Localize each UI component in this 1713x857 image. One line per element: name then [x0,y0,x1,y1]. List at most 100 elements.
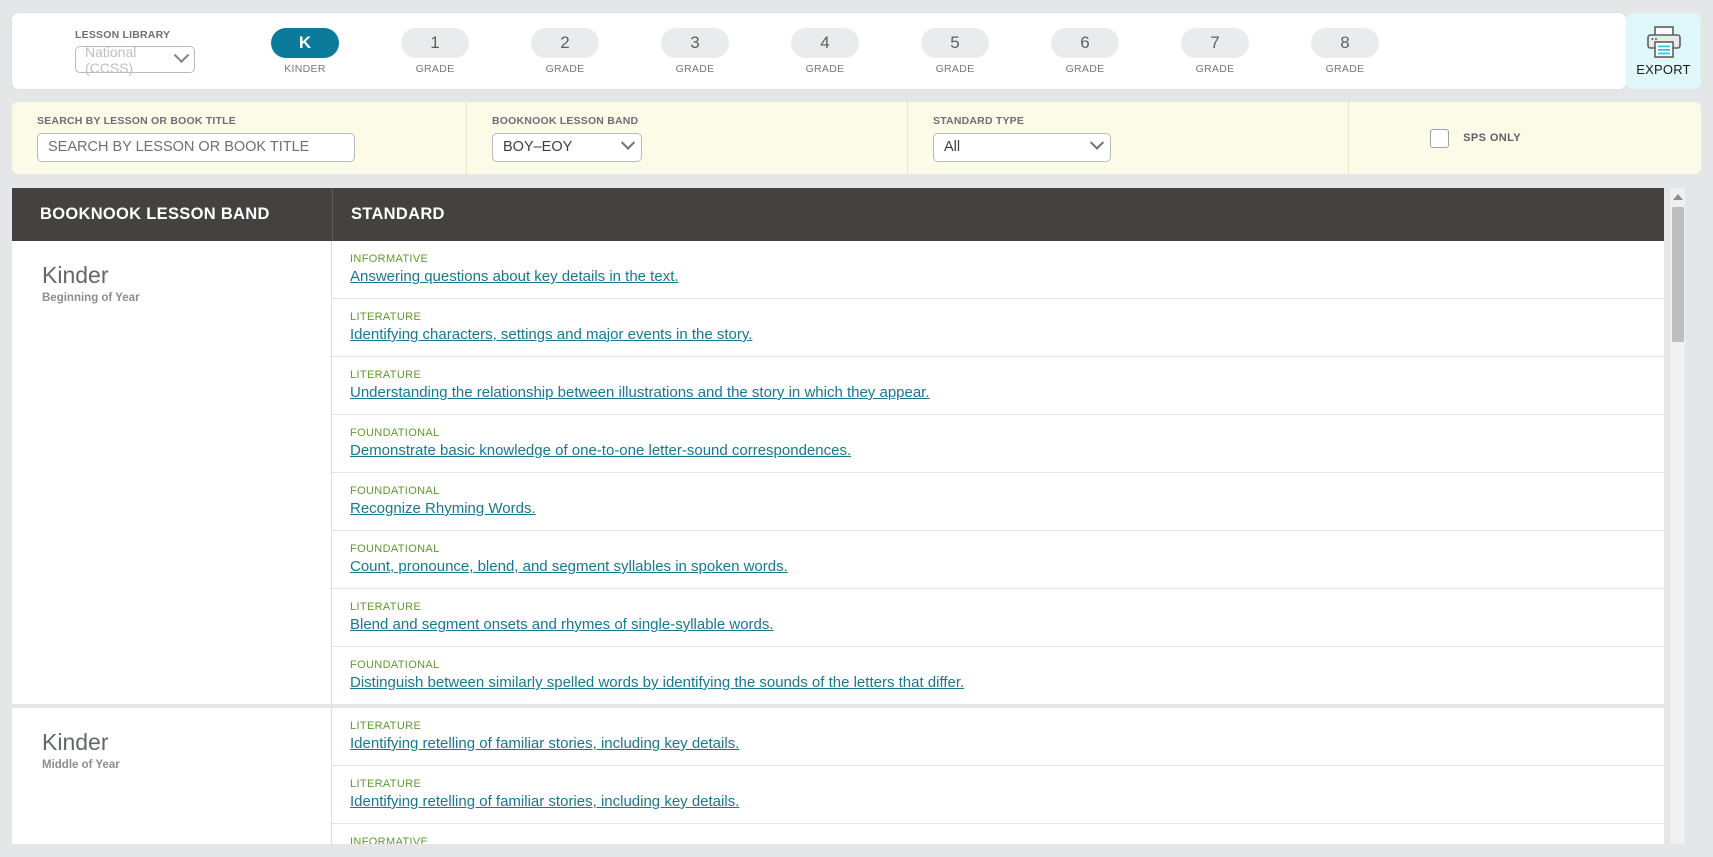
band-cell: Kinder Beginning of Year [12,241,332,704]
table-row[interactable]: INFORMATIVE [332,824,1664,844]
standard-link[interactable]: Recognize Rhyming Words. [350,500,536,517]
standard-type-badge: INFORMATIVE [350,253,429,265]
chevron-up-icon [1672,193,1683,200]
filter-bar: SEARCH BY LESSON OR BOOK TITLE BOOKNOOK … [12,102,1701,174]
standard-type-badge: FOUNDATIONAL [350,427,440,439]
sps-only-checkbox[interactable] [1430,128,1450,148]
standard-link[interactable]: Distinguish between similarly spelled wo… [350,674,964,691]
table-row[interactable]: LITERATURE Identifying characters, settin… [332,299,1664,357]
standard-link[interactable]: Demonstrate basic knowledge of one-to-on… [350,442,851,459]
table-row[interactable]: FOUNDATIONAL Count, pronounce, blend, and… [332,531,1664,589]
standard-type-badge: LITERATURE [350,369,422,381]
standard-type-badge: INFORMATIVE [350,836,429,844]
grade-sublabel: GRADE [415,62,455,75]
chevron-down-icon [1089,135,1105,150]
standard-type-badge: LITERATURE [350,601,422,613]
lesson-band-filter-cell: BOOKNOOK LESSON BAND BOY–EOY [467,102,908,174]
table-header-row: BOOKNOOK LESSON BAND STANDARD [12,188,1664,241]
column-header-standard: STANDARD [332,188,1664,241]
table-body: Kinder Beginning of Year INFORMATIVE Answer… [12,241,1664,844]
scrollbar-thumb[interactable] [1672,207,1684,342]
grade-tab-3[interactable]: 3 GRADE [661,27,729,75]
top-bar: LESSON LIBRARY National (CCSS) K KINDER 1 G… [12,13,1626,89]
grade-pill: 3 [661,27,729,58]
grade-sublabel: GRADE [1195,62,1235,75]
band-sublabel: Middle of Year [42,759,120,772]
standard-type-filter-cell: STANDARD TYPE All [908,102,1349,174]
grade-pill: K [271,27,339,58]
standard-link[interactable]: Understanding the relationship between i… [350,384,930,401]
standards-table: BOOKNOOK LESSON BAND STANDARD Kinder Begi… [12,188,1701,844]
printer-icon [1646,26,1681,58]
grade-tab-k[interactable]: K KINDER [271,27,339,75]
lesson-library-label: LESSON LIBRARY [75,29,171,41]
table-row[interactable]: LITERATURE Identifying retelling of famil… [332,766,1664,824]
standard-type-value: All [944,139,961,155]
search-filter-cell: SEARCH BY LESSON OR BOOK TITLE [12,102,467,174]
grade-tab-8[interactable]: 8 GRADE [1311,27,1379,75]
standard-type-badge: LITERATURE [350,311,422,323]
grade-tab-7[interactable]: 7 GRADE [1181,27,1249,75]
standard-type-badge: LITERATURE [350,720,422,732]
band-group: Kinder Beginning of Year INFORMATIVE Answer… [12,241,1664,708]
grade-sublabel: GRADE [805,62,845,75]
grade-pill: 5 [921,27,989,58]
lesson-band-label: BOOKNOOK LESSON BAND [492,114,639,127]
vertical-scrollbar[interactable] [1669,188,1685,844]
band-sublabel: Beginning of Year [42,292,140,305]
table-row[interactable]: FOUNDATIONAL Demonstrate basic knowledge … [332,415,1664,473]
standard-list: INFORMATIVE Answering questions about key… [332,241,1664,704]
standard-type-select[interactable]: All [933,132,1111,162]
grade-pill: 6 [1051,27,1119,58]
standard-type-badge: LITERATURE [350,778,422,790]
grade-sublabel: GRADE [545,62,585,75]
grade-sublabel: KINDER [284,62,326,75]
grade-selector: K KINDER 1 GRADE 2 GRADE 3 GRADE 4 GRADE 5 GRADE 6 GR… [271,27,1379,75]
standard-link[interactable]: Identifying characters, settings and maj… [350,326,752,343]
grade-tab-4[interactable]: 4 GRADE [791,27,859,75]
chevron-down-icon [620,135,636,150]
band-group: Kinder Middle of Year LITERATURE Identifyin… [12,708,1664,844]
export-button[interactable]: EXPORT [1626,13,1701,89]
sps-only-label: SPS ONLY [1463,132,1521,144]
search-input[interactable] [37,132,355,162]
grade-tab-1[interactable]: 1 GRADE [401,27,469,75]
grade-tab-2[interactable]: 2 GRADE [531,27,599,75]
standards-table-main: BOOKNOOK LESSON BAND STANDARD Kinder Begi… [12,188,1664,844]
standard-link[interactable]: Identifying retelling of familiar storie… [350,735,739,752]
grade-sublabel: GRADE [1065,62,1105,75]
grade-tab-6[interactable]: 6 GRADE [1051,27,1119,75]
grade-pill: 8 [1311,27,1379,58]
lesson-library-select[interactable]: National (CCSS) [75,43,195,76]
band-cell: Kinder Middle of Year [12,708,332,844]
grade-sublabel: GRADE [1325,62,1365,75]
scroll-up-arrow-button[interactable] [1670,188,1685,205]
standard-link[interactable]: Answering questions about key details in… [350,268,679,285]
grade-sublabel: GRADE [935,62,975,75]
lesson-library-value: National (CCSS) [85,43,137,76]
table-row[interactable]: LITERATURE Blend and segment onsets and r… [332,589,1664,647]
chevron-down-icon [173,47,190,64]
grade-pill: 7 [1181,27,1249,58]
lesson-band-select[interactable]: BOY–EOY [492,132,642,162]
export-label: EXPORT [1636,62,1691,77]
grade-pill: 4 [791,27,859,58]
lesson-library-group: LESSON LIBRARY National (CCSS) [75,29,215,76]
grade-pill: 1 [401,27,469,58]
table-row[interactable]: FOUNDATIONAL Recognize Rhyming Words. [332,473,1664,531]
grade-pill: 2 [531,27,599,58]
table-row[interactable]: LITERATURE Identifying retelling of famil… [332,708,1664,766]
table-row[interactable]: FOUNDATIONAL Distinguish between similarl… [332,647,1664,704]
standard-type-badge: FOUNDATIONAL [350,543,440,555]
grade-sublabel: GRADE [675,62,715,75]
band-name: Kinder [42,262,109,288]
table-row[interactable]: LITERATURE Understanding the relationship… [332,357,1664,415]
standard-link[interactable]: Blend and segment onsets and rhymes of s… [350,616,774,633]
table-row[interactable]: INFORMATIVE Answering questions about key… [332,241,1664,299]
column-header-band: BOOKNOOK LESSON BAND [40,205,270,223]
lesson-band-value: BOY–EOY [503,139,573,155]
standard-list: LITERATURE Identifying retelling of famil… [332,708,1664,844]
standard-link[interactable]: Count, pronounce, blend, and segment syl… [350,558,788,575]
grade-tab-5[interactable]: 5 GRADE [921,27,989,75]
standard-link[interactable]: Identifying retelling of familiar storie… [350,793,739,810]
